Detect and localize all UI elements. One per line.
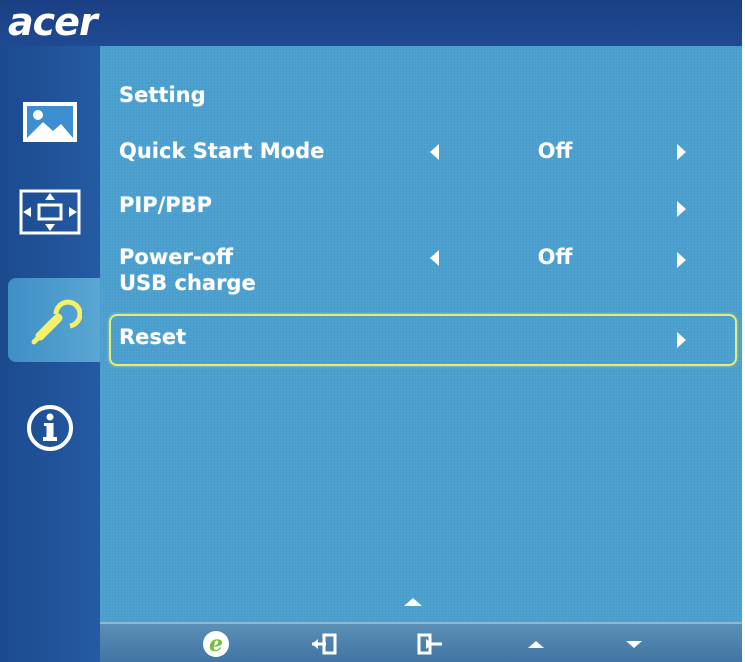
category-sidebar <box>0 46 100 662</box>
submenu-arrow[interactable] <box>677 332 686 348</box>
sidebar-item-osd[interactable] <box>8 170 92 254</box>
down-arrow-icon <box>626 640 642 648</box>
button-guide-bar: e <box>100 622 742 662</box>
brand-bar: acer <box>0 0 745 46</box>
submenu-arrow[interactable] <box>677 201 686 217</box>
picture-icon <box>23 102 77 142</box>
row-value: Off <box>537 245 573 269</box>
scroll-up-indicator <box>404 598 422 606</box>
exit-icon <box>312 633 337 655</box>
svg-text:e: e <box>209 631 223 657</box>
sidebar-item-info[interactable] <box>8 386 92 470</box>
enter-icon <box>417 633 442 655</box>
row-value: Off <box>537 139 573 163</box>
decrease-arrow[interactable] <box>430 250 439 266</box>
up-arrow-icon <box>528 640 544 648</box>
increase-arrow[interactable] <box>677 252 686 268</box>
menu-panel: Setting Quick Start Mode Off PIP/PBP Pow… <box>100 46 742 622</box>
row-label: Quick Start Mode <box>119 139 325 163</box>
osd-position-icon <box>19 189 81 235</box>
acer-logo: acer <box>8 0 98 44</box>
row-label: Reset <box>119 325 187 349</box>
sidebar-item-picture[interactable] <box>8 80 92 164</box>
row-label-line2: USB charge <box>119 271 256 295</box>
selection-highlight <box>109 314 737 366</box>
decrease-arrow[interactable] <box>430 144 439 160</box>
row-label: PIP/PBP <box>119 193 213 217</box>
down-button[interactable] <box>614 628 654 660</box>
row-label-line1: Power-off <box>119 245 233 269</box>
monitor-osd: acer Setting Quick Start Mode Off PIP/PB… <box>0 0 745 662</box>
e-key-button[interactable]: e <box>196 628 236 660</box>
sidebar-item-setting[interactable] <box>8 278 100 362</box>
enter-button[interactable] <box>410 628 450 660</box>
info-icon <box>27 405 73 451</box>
e-key-icon: e <box>203 631 229 657</box>
up-button[interactable] <box>516 628 556 660</box>
exit-button[interactable] <box>304 628 344 660</box>
settings-wrench-icon <box>31 299 82 345</box>
increase-arrow[interactable] <box>677 144 686 160</box>
menu-title: Setting <box>119 83 206 107</box>
